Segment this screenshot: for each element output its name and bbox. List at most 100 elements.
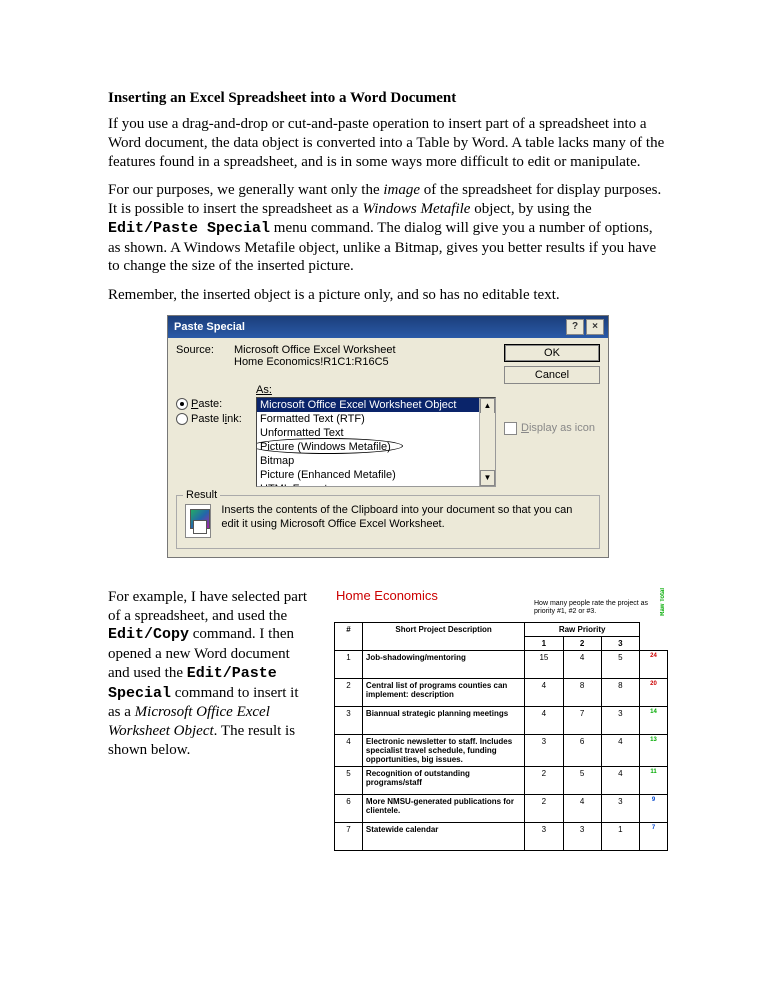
checkbox-icon [504,422,517,435]
cell-num: 5 [335,766,363,794]
cell-desc: Job-shadowing/mentoring [362,650,524,678]
source-value-1: Microsoft Office Excel Worksheet [234,344,488,356]
text: object, by using the [470,201,591,217]
cell-num: 7 [335,822,363,850]
result-legend: Result [183,489,220,501]
ok-button[interactable]: OK [504,344,600,362]
sheet-title: Home Economics [336,588,438,603]
table-row: 4Electronic newsletter to staff. Include… [335,734,668,766]
cell-total: 7 [640,822,668,850]
cell-p1: 2 [525,794,563,822]
cell-num: 4 [335,734,363,766]
cell-total: 14 [640,706,668,734]
cell-p2: 6 [563,734,601,766]
raw-total-label: Raw Total [660,588,666,616]
cell-p2: 4 [563,650,601,678]
list-item[interactable]: HTML Format [257,482,495,487]
result-description: Inserts the contents of the Clipboard in… [221,504,591,532]
col-header-p2: 2 [563,636,601,650]
scrollbar[interactable]: ▲ ▼ [479,398,495,486]
page-title: Inserting an Excel Spreadsheet into a Wo… [108,90,668,107]
cell-p2: 7 [563,706,601,734]
text-italic: image [383,182,420,198]
scroll-up-icon[interactable]: ▲ [480,398,495,414]
text-mono: Edit/Copy [108,626,189,643]
close-icon[interactable]: × [586,319,604,335]
text-mono: Edit/Paste Special [108,220,270,237]
cell-total: 9 [640,794,668,822]
result-icon [185,504,211,538]
cell-p3: 8 [601,678,639,706]
list-item[interactable]: Unformatted Text [257,426,495,440]
cell-p2: 8 [563,678,601,706]
table-row: 3Biannual strategic planning meetings473… [335,706,668,734]
cell-p1: 3 [525,734,563,766]
table-row: 5Recognition of outstanding programs/sta… [335,766,668,794]
intro-paragraph-1: If you use a drag-and-drop or cut-and-pa… [108,115,668,171]
cell-p3: 4 [601,766,639,794]
display-as-icon-checkbox[interactable]: Display as icon [504,422,600,435]
paste-link-radio[interactable]: Paste link: [176,413,248,425]
cell-desc: Statewide calendar [362,822,524,850]
cell-p3: 5 [601,650,639,678]
cell-desc: More NMSU-generated publications for cli… [362,794,524,822]
col-header-desc: Short Project Description [362,622,524,650]
list-item-highlighted[interactable]: Picture (Windows Metafile) [257,440,495,454]
spreadsheet-table: # Short Project Description Raw Priority… [334,622,668,851]
radio-selected-icon [176,398,188,410]
scroll-down-icon[interactable]: ▼ [480,470,495,486]
spreadsheet-image: Home Economics How many people rate the … [334,588,668,851]
text: For our purposes, we generally want only… [108,182,383,198]
cell-total: 13 [640,734,668,766]
cell-p2: 3 [563,822,601,850]
cell-p2: 4 [563,794,601,822]
cell-p1: 15 [525,650,563,678]
paste-special-dialog: Paste Special ? × Source: Microsoft Offi… [167,315,609,558]
cancel-button[interactable]: Cancel [504,366,600,384]
text: For example, I have selected part of a s… [108,589,307,624]
table-row: 6More NMSU-generated publications for cl… [335,794,668,822]
cell-num: 3 [335,706,363,734]
cell-num: 2 [335,678,363,706]
text-italic: Windows Metafile [363,201,471,217]
cell-p1: 3 [525,822,563,850]
cell-desc: Electronic newsletter to staff. Includes… [362,734,524,766]
col-header-num: # [335,622,363,650]
dialog-title: Paste Special [174,321,245,333]
help-icon[interactable]: ? [566,319,584,335]
cell-desc: Central list of programs counties can im… [362,678,524,706]
cell-p3: 3 [601,794,639,822]
cell-p1: 2 [525,766,563,794]
format-listbox[interactable]: Microsoft Office Excel Worksheet Object … [256,397,496,487]
list-item[interactable]: Formatted Text (RTF) [257,412,495,426]
col-header-raw-priority: Raw Priority [525,622,640,636]
cell-total: 20 [640,678,668,706]
intro-paragraph-2: For our purposes, we generally want only… [108,181,668,276]
list-item[interactable]: Microsoft Office Excel Worksheet Object [257,398,495,412]
source-value-2: Home Economics!R1C1:R16C5 [234,356,488,368]
paste-radio[interactable]: Paste: [176,398,248,410]
cell-total: 11 [640,766,668,794]
cell-p3: 4 [601,734,639,766]
cell-p1: 4 [525,678,563,706]
table-row: 7Statewide calendar3317 [335,822,668,850]
cell-p1: 4 [525,706,563,734]
cell-desc: Recognition of outstanding programs/staf… [362,766,524,794]
cell-p3: 1 [601,822,639,850]
dialog-titlebar: Paste Special ? × [168,316,608,338]
display-as-icon-label: isplay as icon [529,422,595,434]
example-paragraph: For example, I have selected part of a s… [108,588,314,760]
table-row: 1Job-shadowing/mentoring154524 [335,650,668,678]
col-header-p1: 1 [525,636,563,650]
cell-num: 1 [335,650,363,678]
cell-desc: Biannual strategic planning meetings [362,706,524,734]
sheet-note: How many people rate the project as prio… [534,600,654,615]
table-row: 2Central list of programs counties can i… [335,678,668,706]
cell-num: 6 [335,794,363,822]
list-item[interactable]: Bitmap [257,454,495,468]
radio-icon [176,413,188,425]
intro-paragraph-3: Remember, the inserted object is a pictu… [108,286,668,305]
list-item[interactable]: Picture (Enhanced Metafile) [257,468,495,482]
cell-p2: 5 [563,766,601,794]
col-header-p3: 3 [601,636,639,650]
